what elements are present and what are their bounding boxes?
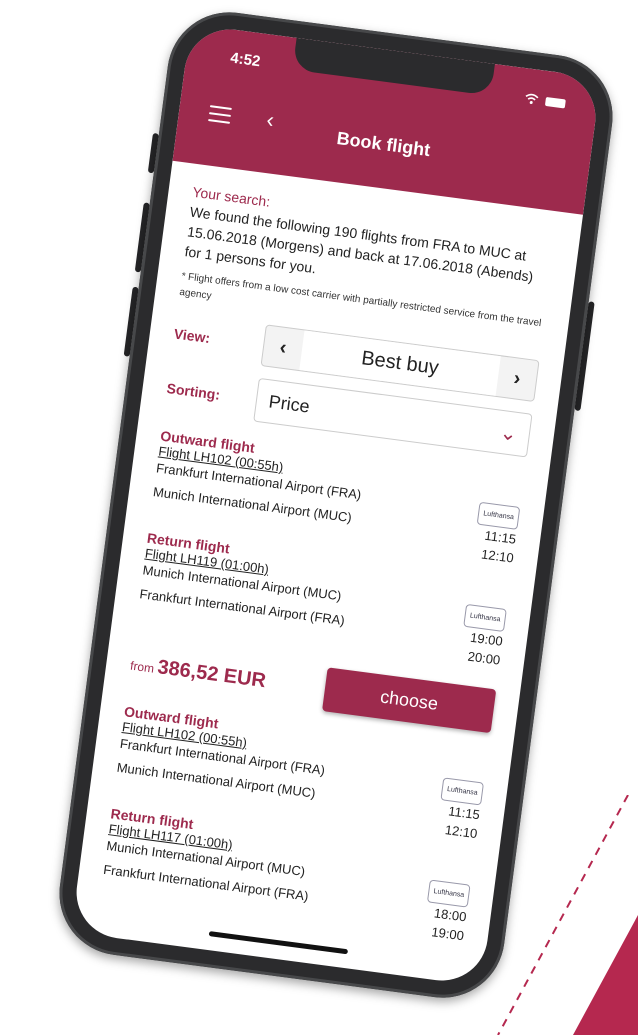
- arrival-time: 12:10: [444, 822, 479, 842]
- arrival-time: 20:00: [466, 648, 502, 668]
- status-icons: [524, 92, 566, 109]
- arrival-time: 12:10: [480, 546, 515, 566]
- airline-logo: Lufthansa: [476, 501, 521, 530]
- view-prev-button[interactable]: ‹: [262, 325, 305, 370]
- airline-logo: Lufthansa: [440, 776, 485, 806]
- sorting-label: Sorting:: [165, 379, 222, 403]
- view-label: View:: [172, 325, 212, 347]
- chevron-down-icon: ⌄: [498, 421, 519, 446]
- airline-logo: Lufthansa: [427, 879, 471, 908]
- price: from 386,52 EUR: [129, 652, 267, 693]
- view-value: Best buy: [299, 330, 501, 396]
- wifi-icon: [525, 93, 539, 105]
- choose-button[interactable]: choose: [322, 667, 497, 734]
- arrival-time: 19:00: [430, 924, 465, 944]
- battery-icon: [544, 96, 566, 108]
- flight-offer: Outward flight Flight LH102 (00:55h) Fra…: [100, 703, 488, 945]
- flight-offer: Outward flight Flight LH102 (00:55h) Fra…: [128, 428, 525, 734]
- view-next-button[interactable]: ›: [496, 356, 539, 401]
- airline-logo: Lufthansa: [463, 603, 507, 632]
- price-prefix: from: [129, 658, 156, 676]
- status-time: 4:52: [229, 49, 262, 71]
- sorting-value: Price: [267, 390, 311, 417]
- price-amount: 386,52 EUR: [156, 655, 268, 692]
